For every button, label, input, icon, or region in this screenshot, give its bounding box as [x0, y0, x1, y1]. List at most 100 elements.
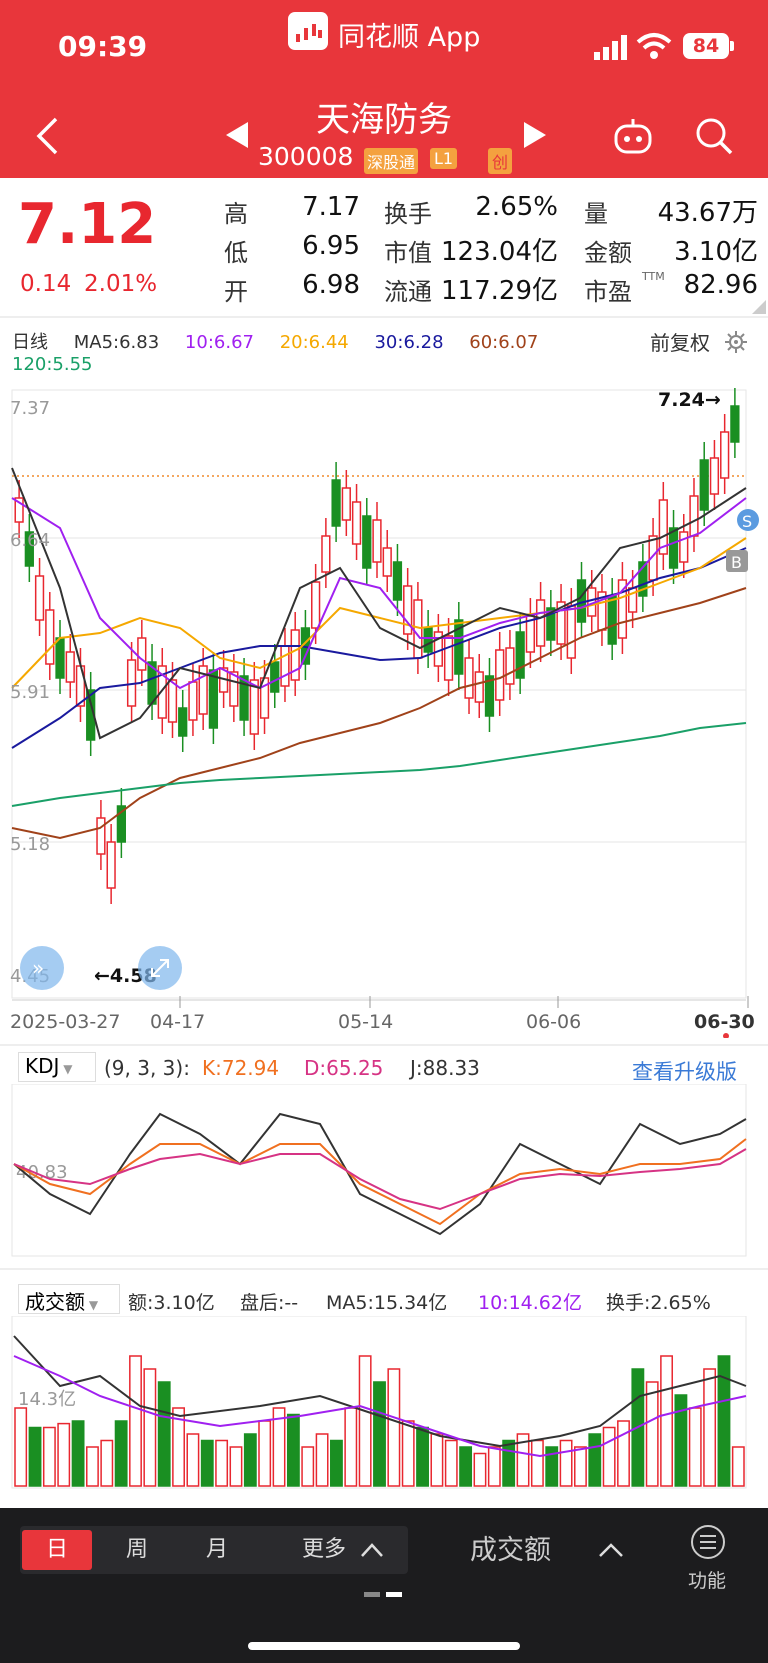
amount-bar: [430, 1433, 444, 1487]
turnover-label: 换手: [384, 200, 432, 228]
amount-bar: [588, 1433, 602, 1487]
candle-body: [505, 647, 515, 685]
tab-month[interactable]: 月: [192, 1530, 242, 1570]
amount-bar: [200, 1439, 214, 1487]
candle-body: [362, 515, 372, 569]
amount-bar: [215, 1439, 229, 1487]
stock-code: 300008: [258, 142, 354, 171]
tag-chuang: 创: [488, 148, 513, 174]
candle-body: [464, 657, 474, 699]
tab-more[interactable]: 更多: [302, 1530, 346, 1570]
status-time: 09:39: [58, 30, 148, 63]
amount-bar: [143, 1368, 157, 1487]
amount-value: 3.10亿: [674, 237, 758, 267]
amount-bar: [530, 1439, 544, 1487]
amount-bar: [459, 1446, 473, 1487]
amount-bar: [358, 1355, 372, 1487]
candle-body: [167, 679, 178, 723]
wifi-icon: [636, 33, 672, 59]
function-label[interactable]: 功能: [688, 1566, 726, 1593]
chevron-up-icon[interactable]: [360, 1542, 384, 1558]
indicator-switch[interactable]: 成交额: [470, 1530, 551, 1572]
amount-bar: [42, 1426, 56, 1487]
candle-body: [730, 405, 740, 443]
tab-day[interactable]: 日: [22, 1530, 92, 1570]
amount-selector[interactable]: 成交额 ▼: [18, 1284, 120, 1314]
tab-week[interactable]: 周: [112, 1530, 162, 1570]
ma60-value: 60:6.07: [469, 332, 539, 353]
candle-body: [495, 649, 505, 701]
amount-bar: [645, 1381, 659, 1487]
ma-legend: 日线 MA5:6.83 10:6.67 20:6.44 30:6.28 60:6…: [12, 328, 558, 354]
amount-bar: [28, 1426, 42, 1487]
battery-level: 84: [692, 35, 720, 57]
expand-corner-icon[interactable]: [752, 300, 766, 314]
candle-body: [311, 581, 321, 629]
volume-value: 43.67万: [657, 198, 758, 228]
period-label[interactable]: 日线: [12, 332, 48, 353]
upgrade-link[interactable]: 查看升级版: [632, 1056, 737, 1086]
battery-tip: [730, 41, 734, 51]
x-label-4: 06-06: [526, 1011, 581, 1033]
dropdown-icon: ▼: [59, 1062, 73, 1076]
candle-body: [443, 635, 454, 681]
amount-bar: [487, 1446, 501, 1487]
candle-body: [607, 595, 617, 645]
kdj-name: KDJ: [25, 1054, 60, 1078]
next-stock-icon[interactable]: [522, 120, 548, 150]
home-indicator: [248, 1642, 520, 1650]
kdj-d: D:65.25: [304, 1056, 384, 1080]
amount-turnover: 换手:2.65%: [606, 1292, 711, 1314]
amount-bar: [344, 1407, 358, 1487]
amount-bar: [100, 1439, 114, 1487]
draw-tool-button[interactable]: »: [20, 946, 64, 990]
kdj-line: [13, 1138, 747, 1226]
kdj-chart: 40.83: [11, 1084, 747, 1257]
battery-icon: 84: [683, 33, 729, 59]
y-label-4: 5.18: [10, 834, 50, 855]
y-axis-labels: 7.37 6.64 5.91 5.18 4.45: [10, 398, 50, 987]
back-icon[interactable]: [34, 116, 60, 156]
amount-bar: [57, 1422, 71, 1487]
dropdown-icon-2: ▼: [85, 1298, 99, 1312]
svg-text:S: S: [742, 512, 752, 531]
candle-body: [382, 547, 392, 577]
settings-gear-icon[interactable]: [724, 330, 748, 354]
amount-bar: [473, 1452, 487, 1487]
y-label-2: 6.64: [10, 530, 50, 551]
open-label: 开: [224, 278, 248, 306]
x-label-2: 04-17: [150, 1011, 205, 1033]
turnover-value: 2.65%: [475, 192, 558, 222]
candle-body: [137, 637, 147, 671]
kdj-selector[interactable]: KDJ ▼: [18, 1052, 96, 1082]
amount-bar: [86, 1446, 99, 1487]
chevron-up-icon-2[interactable]: [598, 1542, 624, 1558]
candle-body: [566, 605, 576, 659]
menu-icon[interactable]: [690, 1524, 726, 1560]
amount-bar: [373, 1381, 386, 1487]
fullscreen-button[interactable]: [138, 946, 182, 990]
robot-icon[interactable]: [612, 116, 654, 156]
amount-bar: [602, 1426, 616, 1487]
prev-stock-icon[interactable]: [224, 120, 250, 150]
high-label: 高: [224, 200, 248, 228]
search-icon[interactable]: [694, 116, 734, 156]
amount-bar: [660, 1355, 673, 1487]
kdj-line: [13, 1112, 747, 1236]
pe-value: 82.96: [683, 270, 758, 300]
amount-bar: [387, 1368, 401, 1487]
kdj-j: J:88.33: [410, 1056, 480, 1080]
x-axis-labels: 2025-03-27 04-17 05-14 06-06 06-30: [10, 1011, 755, 1033]
candle-body: [280, 645, 290, 687]
ma30-line: [11, 547, 747, 749]
candle-body: [668, 527, 679, 569]
candle-body: [535, 599, 546, 647]
price-change-pct: 2.01%: [84, 271, 158, 297]
after-hours: 盘后:--: [240, 1292, 299, 1314]
stock-name: 天海防务: [316, 100, 452, 140]
adjust-button[interactable]: 前复权: [650, 327, 710, 356]
signal-icon: [594, 35, 627, 60]
amount-today: 额:3.10亿: [128, 1292, 215, 1314]
s-marker: S: [737, 509, 759, 531]
kline-chart[interactable]: 7.37 6.64 5.91 5.18 4.45 7.24→ ←4.58 S B…: [0, 388, 768, 1038]
